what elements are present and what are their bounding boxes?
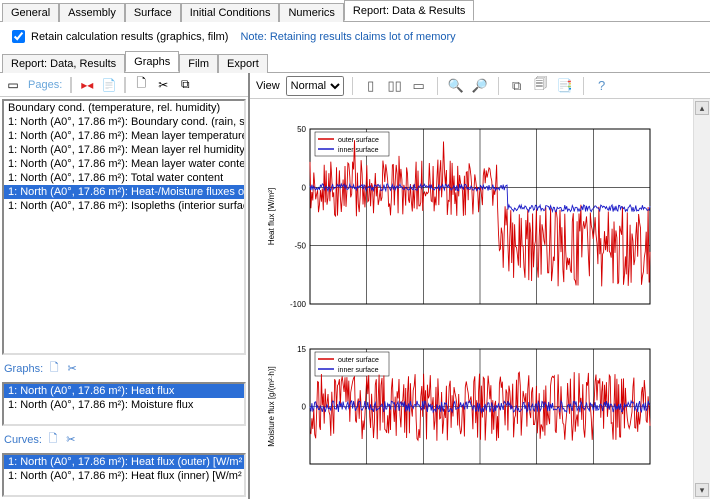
separator xyxy=(583,77,584,95)
vertical-scrollbar[interactable]: ▴ ▾ xyxy=(693,99,710,499)
svg-text:inner surface: inner surface xyxy=(338,367,379,374)
scroll-down-icon[interactable]: ▾ xyxy=(695,483,709,497)
settings-icon[interactable]: 📑 xyxy=(555,76,575,96)
svg-text:inner surface: inner surface xyxy=(338,147,379,154)
separator xyxy=(352,77,353,95)
export-chart-icon[interactable]: 🗐 xyxy=(531,76,551,96)
subtab-export[interactable]: Export xyxy=(218,54,268,73)
new-icon[interactable]: 🗋 xyxy=(46,430,60,449)
retain-note: Note: Retaining results claims lot of me… xyxy=(240,31,455,43)
right-pane: View Normal ▯ ▯▯ ▭ 🔍 🔎 ⧉ 🗐 📑 ? -100 -50 0 5… xyxy=(250,73,710,499)
zoom-in-icon[interactable]: 🔍 xyxy=(446,76,466,96)
charts-svg: -100 -50 0 50 Heat flux [W/m²] outer surface i… xyxy=(250,99,690,499)
list-item[interactable]: 1: North (A0°, 17.86 m²): Mean layer tem… xyxy=(4,129,244,143)
copy-page-icon[interactable]: 📄 xyxy=(100,76,118,94)
svg-text:Moisture flux [g/(m²·h)]: Moisture flux [g/(m²·h)] xyxy=(267,366,276,446)
new-icon[interactable]: 🗋 xyxy=(47,359,61,378)
separator xyxy=(70,77,72,93)
subtab-film[interactable]: Film xyxy=(179,54,218,73)
svg-text:15: 15 xyxy=(297,345,306,354)
separator xyxy=(124,77,126,93)
cut-icon[interactable]: ✂ xyxy=(154,76,172,94)
retain-checkbox[interactable] xyxy=(12,30,25,43)
cut-icon[interactable]: ✂ xyxy=(64,433,78,446)
graphs-header: Graphs: 🗋 ✂ xyxy=(0,357,248,380)
tab-general[interactable]: General xyxy=(2,3,59,22)
pages-label: Pages: xyxy=(28,79,62,91)
list-item[interactable]: 1: North (A0°, 17.86 m²): Mean layer rel… xyxy=(4,143,244,157)
list-item[interactable]: 1: North (A0°, 17.86 m²): Heat-/Moisture… xyxy=(4,185,244,199)
copy-icon[interactable]: ⧉ xyxy=(176,76,194,94)
new-folder-icon[interactable]: 🗋 xyxy=(132,76,150,94)
retain-row: Retain calculation results (graphics, fi… xyxy=(0,22,710,49)
list-item[interactable]: 1: North (A0°, 17.86 m²): Moisture flux xyxy=(4,398,244,412)
svg-text:outer surface: outer surface xyxy=(338,357,379,364)
separator xyxy=(498,77,499,95)
list-item[interactable]: 1: North (A0°, 17.86 m²): Total water co… xyxy=(4,171,244,185)
full-page-icon[interactable]: ▭ xyxy=(409,76,429,96)
tab-report-data-results[interactable]: Report: Data & Results xyxy=(344,0,475,21)
list-item[interactable]: Boundary cond. (temperature, rel. humidi… xyxy=(4,101,244,115)
svg-text:0: 0 xyxy=(302,403,307,412)
svg-text:Heat flux [W/m²]: Heat flux [W/m²] xyxy=(267,188,276,245)
subtab-graphs[interactable]: Graphs xyxy=(125,51,179,72)
list-item[interactable]: 1: North (A0°, 17.86 m²): Heat flux xyxy=(4,384,244,398)
svg-text:-100: -100 xyxy=(290,300,307,309)
curves-label: Curves: xyxy=(4,434,42,446)
list-item[interactable]: 1: North (A0°, 17.86 m²): Boundary cond.… xyxy=(4,115,244,129)
subtab-report-data[interactable]: Report: Data, Results xyxy=(2,54,125,73)
view-toolbar: View Normal ▯ ▯▯ ▭ 🔍 🔎 ⧉ 🗐 📑 ? xyxy=(250,73,710,99)
zoom-out-icon[interactable]: 🔎 xyxy=(470,76,490,96)
tab-numerics[interactable]: Numerics xyxy=(279,3,343,22)
svg-text:0: 0 xyxy=(302,183,307,192)
svg-text:50: 50 xyxy=(297,125,306,134)
two-page-icon[interactable]: ▯▯ xyxy=(385,76,405,96)
graphs-list[interactable]: 1: North (A0°, 17.86 m²): Heat flux 1: N… xyxy=(2,382,246,426)
separator xyxy=(437,77,438,95)
list-item[interactable]: 1: North (A0°, 17.86 m²): Mean layer wat… xyxy=(4,157,244,171)
help-icon[interactable]: ? xyxy=(592,76,612,96)
cut-icon[interactable]: ✂ xyxy=(65,362,79,375)
page-layout-icon[interactable]: ▭ xyxy=(4,76,22,94)
list-item[interactable]: 1: North (A0°, 17.86 m²): Heat flux (inn… xyxy=(4,469,244,483)
graphs-label: Graphs: xyxy=(4,363,43,375)
sub-tab-bar: Report: Data, Results Graphs Film Export xyxy=(0,51,710,73)
page-icon[interactable]: ▯ xyxy=(361,76,381,96)
list-item[interactable]: 1: North (A0°, 17.86 m²): Heat flux (out… xyxy=(4,455,244,469)
copy-chart-icon[interactable]: ⧉ xyxy=(507,76,527,96)
main-tab-bar: General Assembly Surface Initial Conditi… xyxy=(0,0,710,22)
tab-assembly[interactable]: Assembly xyxy=(59,3,125,22)
view-select[interactable]: Normal xyxy=(286,76,344,96)
curves-list[interactable]: 1: North (A0°, 17.86 m²): Heat flux (out… xyxy=(2,453,246,497)
retain-label: Retain calculation results (graphics, fi… xyxy=(31,31,228,43)
new-page-icon[interactable]: ▸◂ xyxy=(78,76,96,94)
pages-toolbar: ▭ Pages: ▸◂ 📄 🗋 ✂ ⧉ xyxy=(0,73,248,97)
scroll-up-icon[interactable]: ▴ xyxy=(695,101,709,115)
view-label: View xyxy=(256,80,280,92)
plot-area: -100 -50 0 50 Heat flux [W/m²] outer surface i… xyxy=(250,99,710,499)
list-item[interactable]: 1: North (A0°, 17.86 m²): Isopleths (int… xyxy=(4,199,244,213)
svg-text:-50: -50 xyxy=(294,242,306,251)
svg-text:outer surface: outer surface xyxy=(338,137,379,144)
curves-header: Curves: 🗋 ✂ xyxy=(0,428,248,451)
tab-surface[interactable]: Surface xyxy=(125,3,181,22)
left-pane: ▭ Pages: ▸◂ 📄 🗋 ✂ ⧉ Boundary cond. (temp… xyxy=(0,73,250,499)
tab-initial-conditions[interactable]: Initial Conditions xyxy=(181,3,280,22)
pages-list[interactable]: Boundary cond. (temperature, rel. humidi… xyxy=(2,99,246,355)
